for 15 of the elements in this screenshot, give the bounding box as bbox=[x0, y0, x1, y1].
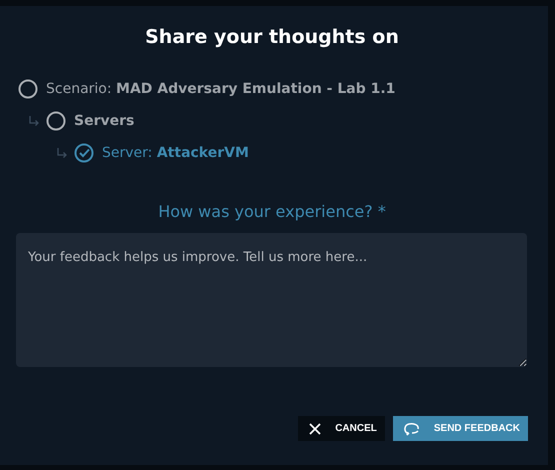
circle-icon[interactable] bbox=[18, 79, 38, 99]
chat-bubble-icon bbox=[404, 422, 420, 436]
child-arrow-icon bbox=[28, 115, 40, 127]
dialog-title: Share your thoughts on bbox=[145, 26, 399, 48]
tree-item: Servers bbox=[74, 113, 134, 129]
tree-item: Server: AttackerVM bbox=[102, 145, 249, 161]
feedback-field[interactable]: Your feedback helps us improve. Tell us more here... bbox=[16, 233, 527, 367]
circle-icon[interactable] bbox=[46, 111, 66, 131]
send-feedback-button[interactable]: SEND FEEDBACK bbox=[392, 416, 528, 441]
tree-item: Scenario: MAD Adversary Emulation - Lab 1.1 bbox=[46, 81, 396, 97]
check-circle-icon[interactable] bbox=[74, 143, 94, 163]
cancel-button[interactable]: CANCEL bbox=[298, 416, 385, 441]
question-label: How was your experience? * bbox=[158, 202, 386, 221]
close-icon bbox=[309, 422, 322, 434]
child-arrow-icon bbox=[56, 147, 68, 159]
